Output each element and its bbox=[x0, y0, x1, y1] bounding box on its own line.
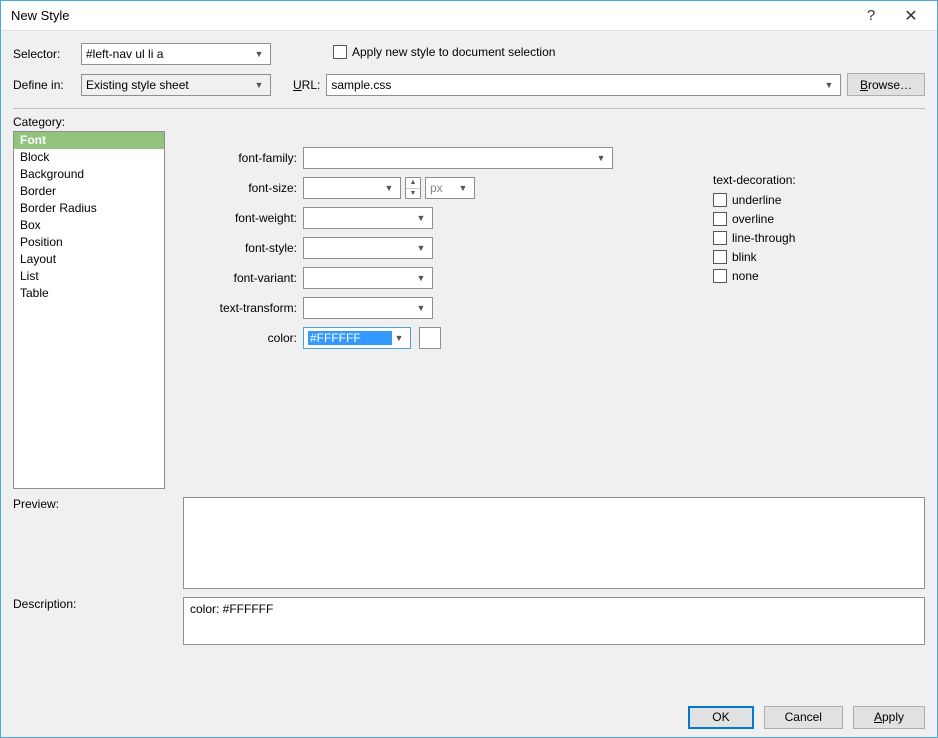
selector-row: Selector: #left-nav ul li a ▼ Apply new … bbox=[13, 43, 925, 65]
checkbox-icon bbox=[713, 212, 727, 226]
define-in-combo[interactable]: Existing style sheet ▼ bbox=[81, 74, 271, 96]
font-weight-label: font-weight: bbox=[173, 203, 303, 233]
color-combo[interactable]: #FFFFFF ▼ bbox=[303, 327, 411, 349]
font-variant-label: font-variant: bbox=[173, 263, 303, 293]
category-item-table[interactable]: Table bbox=[14, 285, 164, 302]
define-row: Define in: Existing style sheet ▼ URL: s… bbox=[13, 73, 925, 96]
selector-combo[interactable]: #left-nav ul li a ▼ bbox=[81, 43, 271, 65]
category-item-block[interactable]: Block bbox=[14, 149, 164, 166]
font-family-combo[interactable]: ▼ bbox=[303, 147, 613, 169]
checkbox-icon bbox=[713, 193, 727, 207]
font-style-combo[interactable]: ▼ bbox=[303, 237, 433, 259]
chevron-down-icon: ▼ bbox=[456, 183, 470, 193]
property-labels: font-family: font-size: font-weight: fon… bbox=[173, 143, 303, 353]
color-swatch[interactable] bbox=[419, 327, 441, 349]
url-combo[interactable]: sample.css ▼ bbox=[326, 74, 841, 96]
category-item-background[interactable]: Background bbox=[14, 166, 164, 183]
category-item-font[interactable]: Font bbox=[14, 132, 164, 149]
chevron-down-icon: ▼ bbox=[594, 153, 608, 163]
decoration-none[interactable]: none bbox=[713, 269, 796, 283]
browse-button[interactable]: Browse… bbox=[847, 73, 925, 96]
preview-box bbox=[183, 497, 925, 589]
font-style-label: font-style: bbox=[173, 233, 303, 263]
checkbox-icon bbox=[333, 45, 347, 59]
close-button[interactable]: ✕ bbox=[891, 6, 931, 26]
checkbox-icon bbox=[713, 250, 727, 264]
chevron-down-icon: ▼ bbox=[414, 243, 428, 253]
category-item-box[interactable]: Box bbox=[14, 217, 164, 234]
decoration-line-through[interactable]: line-through bbox=[713, 231, 796, 245]
chevron-down-icon: ▼ bbox=[382, 183, 396, 193]
apply-button[interactable]: Apply bbox=[853, 706, 925, 729]
text-decoration-column: text-decoration: underline overline line… bbox=[613, 143, 796, 353]
font-size-label: font-size: bbox=[173, 173, 303, 203]
category-item-layout[interactable]: Layout bbox=[14, 251, 164, 268]
chevron-down-icon: ▼ bbox=[252, 49, 266, 59]
property-column: font-family: font-size: font-weight: fon… bbox=[173, 129, 925, 489]
font-family-label: font-family: bbox=[173, 143, 303, 173]
category-item-border[interactable]: Border bbox=[14, 183, 164, 200]
chevron-down-icon: ▼ bbox=[392, 333, 406, 343]
font-size-spinner[interactable]: ▲ ▼ bbox=[405, 177, 421, 199]
property-grid: font-family: font-size: font-weight: fon… bbox=[173, 143, 925, 353]
dialog-title: New Style bbox=[11, 8, 70, 23]
spinner-down-icon: ▼ bbox=[406, 189, 420, 199]
text-transform-combo[interactable]: ▼ bbox=[303, 297, 433, 319]
decoration-blink[interactable]: blink bbox=[713, 250, 796, 264]
checkbox-icon bbox=[713, 269, 727, 283]
preview-row: Preview: bbox=[13, 497, 925, 589]
apply-selection-checkbox[interactable]: Apply new style to document selection bbox=[333, 45, 555, 59]
description-label: Description: bbox=[13, 597, 183, 645]
font-size-unit-combo[interactable]: px ▼ bbox=[425, 177, 475, 199]
decoration-overline[interactable]: overline bbox=[713, 212, 796, 226]
preview-label: Preview: bbox=[13, 497, 183, 589]
help-button[interactable]: ? bbox=[851, 7, 891, 24]
divider bbox=[13, 108, 925, 109]
dialog-content: Selector: #left-nav ul li a ▼ Apply new … bbox=[1, 31, 937, 697]
main-row: Font Block Background Border Border Radi… bbox=[13, 129, 925, 489]
font-variant-combo[interactable]: ▼ bbox=[303, 267, 433, 289]
dialog-footer: OK Cancel Apply bbox=[1, 697, 937, 737]
checkbox-icon bbox=[713, 231, 727, 245]
chevron-down-icon: ▼ bbox=[414, 273, 428, 283]
category-list[interactable]: Font Block Background Border Border Radi… bbox=[13, 131, 165, 489]
selector-label: Selector: bbox=[13, 47, 75, 61]
new-style-dialog: New Style ? ✕ Selector: #left-nav ul li … bbox=[0, 0, 938, 738]
decoration-underline[interactable]: underline bbox=[713, 193, 796, 207]
description-row: Description: color: #FFFFFF bbox=[13, 597, 925, 645]
category-item-list[interactable]: List bbox=[14, 268, 164, 285]
category-label: Category: bbox=[13, 115, 925, 129]
cancel-button[interactable]: Cancel bbox=[764, 706, 843, 729]
category-item-position[interactable]: Position bbox=[14, 234, 164, 251]
chevron-down-icon: ▼ bbox=[414, 303, 428, 313]
category-column: Font Block Background Border Border Radi… bbox=[13, 129, 165, 489]
spinner-up-icon: ▲ bbox=[406, 178, 420, 189]
text-transform-label: text-transform: bbox=[173, 293, 303, 323]
ok-button[interactable]: OK bbox=[688, 706, 753, 729]
titlebar: New Style ? ✕ bbox=[1, 1, 937, 31]
color-label: color: bbox=[173, 323, 303, 353]
category-item-border-radius[interactable]: Border Radius bbox=[14, 200, 164, 217]
font-size-combo[interactable]: ▼ bbox=[303, 177, 401, 199]
define-label: Define in: bbox=[13, 78, 75, 92]
chevron-down-icon: ▼ bbox=[822, 80, 836, 90]
font-weight-combo[interactable]: ▼ bbox=[303, 207, 433, 229]
text-decoration-label: text-decoration: bbox=[713, 173, 796, 187]
property-fields: ▼ ▼ ▲ ▼ bbox=[303, 143, 613, 353]
chevron-down-icon: ▼ bbox=[252, 80, 266, 90]
url-label: URL: bbox=[293, 78, 320, 92]
description-box: color: #FFFFFF bbox=[183, 597, 925, 645]
chevron-down-icon: ▼ bbox=[414, 213, 428, 223]
